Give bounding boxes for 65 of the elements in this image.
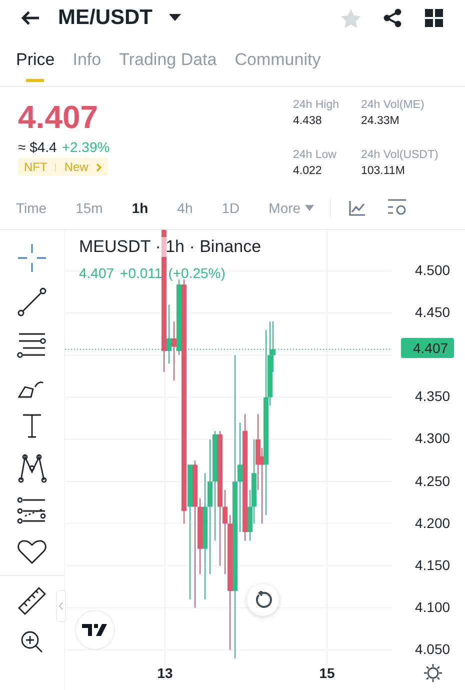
- text-tool-icon[interactable]: [21, 413, 43, 439]
- zoom-in-icon[interactable]: [20, 630, 44, 654]
- stat-value: 4.438: [293, 115, 323, 127]
- heart-icon[interactable]: [17, 539, 47, 565]
- y-axis-label: 4.050: [415, 640, 450, 657]
- pair-title[interactable]: ME/USDT: [58, 6, 152, 30]
- interval-tab[interactable]: More: [268, 200, 301, 216]
- chevron-icon: [96, 162, 102, 172]
- logo-icon: [82, 624, 108, 636]
- stat-value: 4.022: [293, 165, 323, 177]
- line-tool-icon[interactable]: [17, 287, 47, 317]
- crosshair-icon[interactable]: [17, 243, 47, 273]
- logo-button[interactable]: [75, 610, 115, 650]
- tab[interactable]: Community: [230, 38, 325, 84]
- tag-label: New: [64, 160, 88, 174]
- x-axis-label: 15: [319, 665, 335, 681]
- stat-label: 24h Vol(ME): [361, 99, 426, 111]
- interval-tab[interactable]: 1h: [132, 200, 148, 216]
- last-price: 4.407: [18, 99, 100, 135]
- grid-icon[interactable]: [425, 9, 443, 27]
- interval-tab[interactable]: Time: [16, 200, 47, 216]
- stat-value: 24.33M: [361, 115, 400, 127]
- chart-change: +0.011: [120, 265, 162, 281]
- usd-price: ≈ $4.4: [18, 139, 57, 155]
- interval-tab[interactable]: 15m: [76, 200, 103, 216]
- tab[interactable]: Price: [12, 38, 59, 84]
- indicator-icon[interactable]: [348, 200, 365, 216]
- tab[interactable]: Trading Data: [115, 38, 221, 84]
- y-axis-label: 4.350: [415, 388, 450, 404]
- caret-icon[interactable]: [168, 14, 180, 22]
- chart-last: 4.407: [79, 265, 114, 281]
- reset-button[interactable]: [247, 584, 279, 616]
- tag-label: NFT: [24, 160, 48, 174]
- y-axis-label: 4.500: [415, 262, 450, 278]
- reset-icon: [254, 591, 272, 609]
- collapse-handle[interactable]: [56, 590, 66, 622]
- share-icon[interactable]: [383, 8, 403, 28]
- settings-icon[interactable]: [424, 664, 442, 682]
- forecast-icon[interactable]: [17, 497, 47, 525]
- stat-value: 103.11M: [361, 165, 406, 177]
- y-axis-label: 4.300: [415, 430, 450, 446]
- star-icon[interactable]: [341, 8, 361, 28]
- settings-icon[interactable]: [386, 199, 407, 217]
- price-change: +2.39%: [62, 139, 110, 155]
- tag-bar[interactable]: NFT New: [18, 158, 108, 176]
- tab[interactable]: Info: [68, 38, 106, 84]
- y-axis-label: 4.200: [415, 514, 450, 531]
- interval-tab[interactable]: 1D: [222, 200, 240, 216]
- stat-label: 24h Low: [293, 149, 338, 161]
- back-icon[interactable]: [20, 10, 40, 26]
- x-axis-label: 13: [157, 665, 173, 681]
- parallel-lines-icon[interactable]: [17, 331, 47, 359]
- chart-change-percent: (+0.25%): [168, 265, 226, 281]
- chevron-icon: [59, 602, 63, 610]
- interval-tab[interactable]: 4h: [177, 200, 193, 216]
- stat-label: 24h Vol(USDT): [361, 149, 440, 161]
- pattern-icon[interactable]: [17, 453, 47, 483]
- y-axis-label: 4.150: [415, 556, 450, 573]
- stat-label: 24h High: [293, 99, 340, 111]
- price-tag: 4.407: [401, 338, 454, 358]
- ruler-icon[interactable]: [17, 586, 47, 616]
- y-axis-label: 4.450: [415, 304, 450, 320]
- y-axis-label: 4.250: [415, 472, 450, 488]
- chart-title: MEUSDT · 1h · Binance: [79, 237, 262, 257]
- y-axis-label: 4.100: [415, 598, 450, 615]
